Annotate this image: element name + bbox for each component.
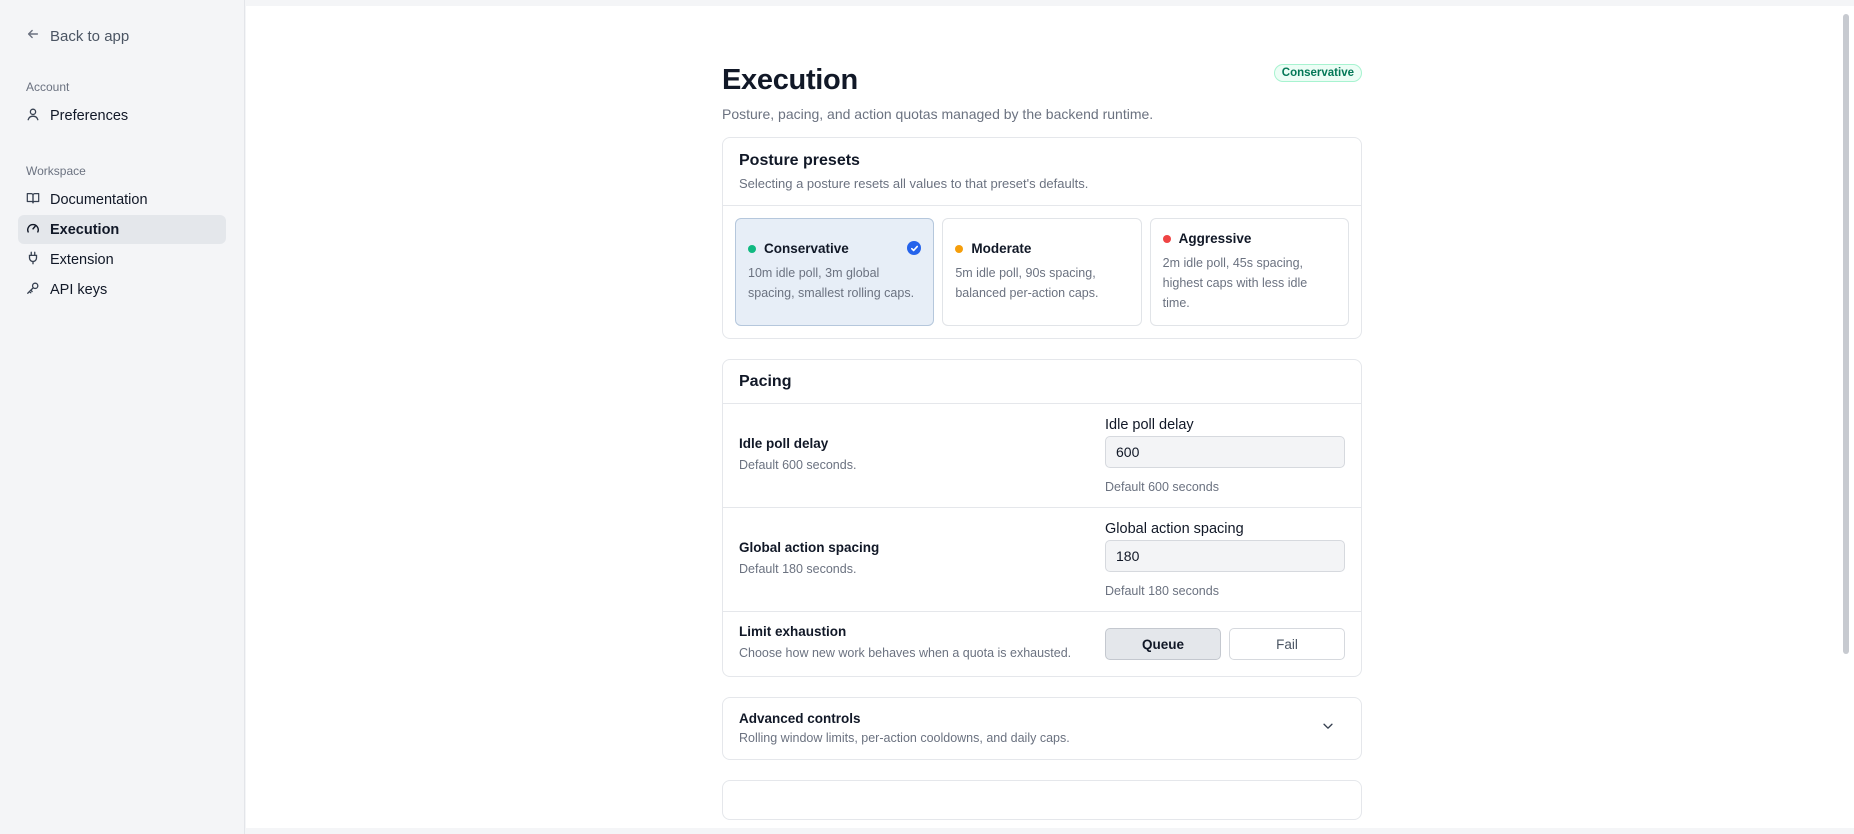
preset-head: Moderate (955, 241, 1128, 256)
sidebar-item-label: Documentation (50, 191, 148, 208)
global-spacing-input[interactable] (1105, 540, 1345, 572)
posture-presets-header: Posture presets Selecting a posture rese… (723, 138, 1361, 206)
user-icon (26, 107, 40, 125)
page-subtitle: Posture, pacing, and action quotas manag… (722, 106, 1154, 122)
posture-presets-description: Selecting a posture resets all values to… (739, 176, 1089, 191)
pacing-header: Pacing (723, 360, 1361, 404)
preset-name: Moderate (971, 241, 1032, 256)
fail-button[interactable]: Fail (1229, 628, 1345, 660)
idle-poll-info: Idle poll delay Default 600 seconds. (739, 404, 856, 507)
next-section-card (722, 780, 1362, 820)
plug-icon (26, 251, 40, 269)
idle-poll-input[interactable] (1105, 436, 1345, 468)
chevron-down-icon (1321, 719, 1345, 738)
idle-poll-field-label: Idle poll delay (1105, 417, 1194, 433)
limit-exhaustion-row: Limit exhaustion Choose how new work beh… (723, 612, 1361, 676)
posture-presets-title: Posture presets (739, 152, 860, 169)
sidebar-item-preferences[interactable]: Preferences (18, 101, 226, 130)
status-dot-icon (748, 244, 756, 253)
status-badge: Conservative (1273, 64, 1362, 82)
preset-description: 10m idle poll, 3m global spacing, smalle… (748, 266, 915, 300)
global-spacing-row: Global action spacing Default 180 second… (723, 508, 1361, 612)
idle-poll-row: Idle poll delay Default 600 seconds. Idl… (723, 404, 1361, 508)
idle-poll-description: Default 600 seconds. (739, 458, 857, 472)
limit-exhaustion-info: Limit exhaustion Choose how new work beh… (739, 612, 1071, 676)
sidebar-item-label: Preferences (50, 107, 129, 124)
global-spacing-title: Global action spacing (739, 540, 880, 555)
sidebar-item-label: Extension (50, 251, 114, 268)
page-title: Execution (722, 64, 858, 96)
limit-exhaustion-description: Choose how new work behaves when a quota… (739, 646, 1072, 660)
queue-button[interactable]: Queue (1105, 628, 1221, 660)
book-icon (26, 191, 40, 209)
section-label-workspace: Workspace (26, 164, 86, 178)
sidebar-item-label: API keys (50, 281, 108, 298)
back-to-app-link[interactable]: Back to app (18, 24, 226, 48)
global-spacing-hint: Default 180 seconds (1105, 584, 1219, 598)
section-label-account: Account (26, 80, 70, 94)
pacing-title: Pacing (739, 373, 792, 390)
sidebar-item-label: Execution (50, 221, 120, 238)
preset-name: Aggressive (1178, 231, 1252, 246)
key-icon (26, 281, 40, 299)
gauge-icon (26, 221, 40, 239)
sidebar: Back to app Account Preferences Workspac… (0, 0, 245, 834)
limit-exhaustion-toggle: Queue Fail (1105, 612, 1345, 676)
posture-presets-card: Posture presets Selecting a posture rese… (722, 137, 1362, 339)
page-header: Execution Posture, pacing, and action qu… (722, 6, 1362, 137)
global-spacing-control: Global action spacing Default 180 second… (1105, 508, 1345, 611)
preset-description: 2m idle poll, 45s spacing, highest caps … (1162, 256, 1308, 310)
sidebar-item-extension[interactable]: Extension (18, 245, 226, 274)
preset-conservative[interactable]: Conservative 10m idle poll, 3m global sp… (735, 218, 935, 326)
idle-poll-title: Idle poll delay (739, 436, 829, 451)
idle-poll-hint: Default 600 seconds (1105, 480, 1219, 494)
status-dot-icon (955, 244, 964, 253)
global-spacing-field-label: Global action spacing (1105, 521, 1244, 537)
sidebar-item-execution[interactable]: Execution (18, 215, 226, 244)
advanced-controls-card: Advanced controls Rolling window limits,… (722, 697, 1362, 760)
preset-list: Conservative 10m idle poll, 3m global sp… (723, 206, 1361, 338)
idle-poll-control: Idle poll delay Default 600 seconds (1105, 404, 1345, 507)
scrollbar-thumb[interactable] (1843, 14, 1849, 654)
status-dot-icon (1162, 234, 1171, 243)
advanced-controls-info: Advanced controls Rolling window limits,… (739, 711, 1070, 745)
advanced-controls-toggle[interactable]: Advanced controls Rolling window limits,… (723, 698, 1361, 759)
main-panel: Execution Posture, pacing, and action qu… (246, 6, 1841, 828)
sidebar-item-documentation[interactable]: Documentation (18, 185, 226, 214)
content-column: Execution Posture, pacing, and action qu… (722, 6, 1362, 820)
global-spacing-description: Default 180 seconds. (739, 562, 857, 576)
advanced-controls-description: Rolling window limits, per-action cooldo… (739, 731, 1070, 745)
sidebar-item-api-keys[interactable]: API keys (18, 275, 226, 304)
back-to-app-label: Back to app (50, 27, 130, 45)
preset-description: 5m idle poll, 90s spacing, balanced per-… (955, 266, 1099, 300)
arrow-left-icon (26, 27, 40, 45)
preset-head: Conservative (748, 241, 921, 256)
advanced-controls-title: Advanced controls (739, 711, 861, 726)
preset-head: Aggressive (1162, 231, 1336, 246)
preset-moderate[interactable]: Moderate 5m idle poll, 90s spacing, bala… (942, 218, 1142, 326)
preset-name: Conservative (764, 241, 849, 256)
global-spacing-info: Global action spacing Default 180 second… (739, 508, 879, 611)
limit-exhaustion-title: Limit exhaustion (739, 624, 847, 639)
pacing-card: Pacing Idle poll delay Default 600 secon… (722, 359, 1362, 677)
preset-aggressive[interactable]: Aggressive 2m idle poll, 45s spacing, hi… (1149, 218, 1349, 326)
